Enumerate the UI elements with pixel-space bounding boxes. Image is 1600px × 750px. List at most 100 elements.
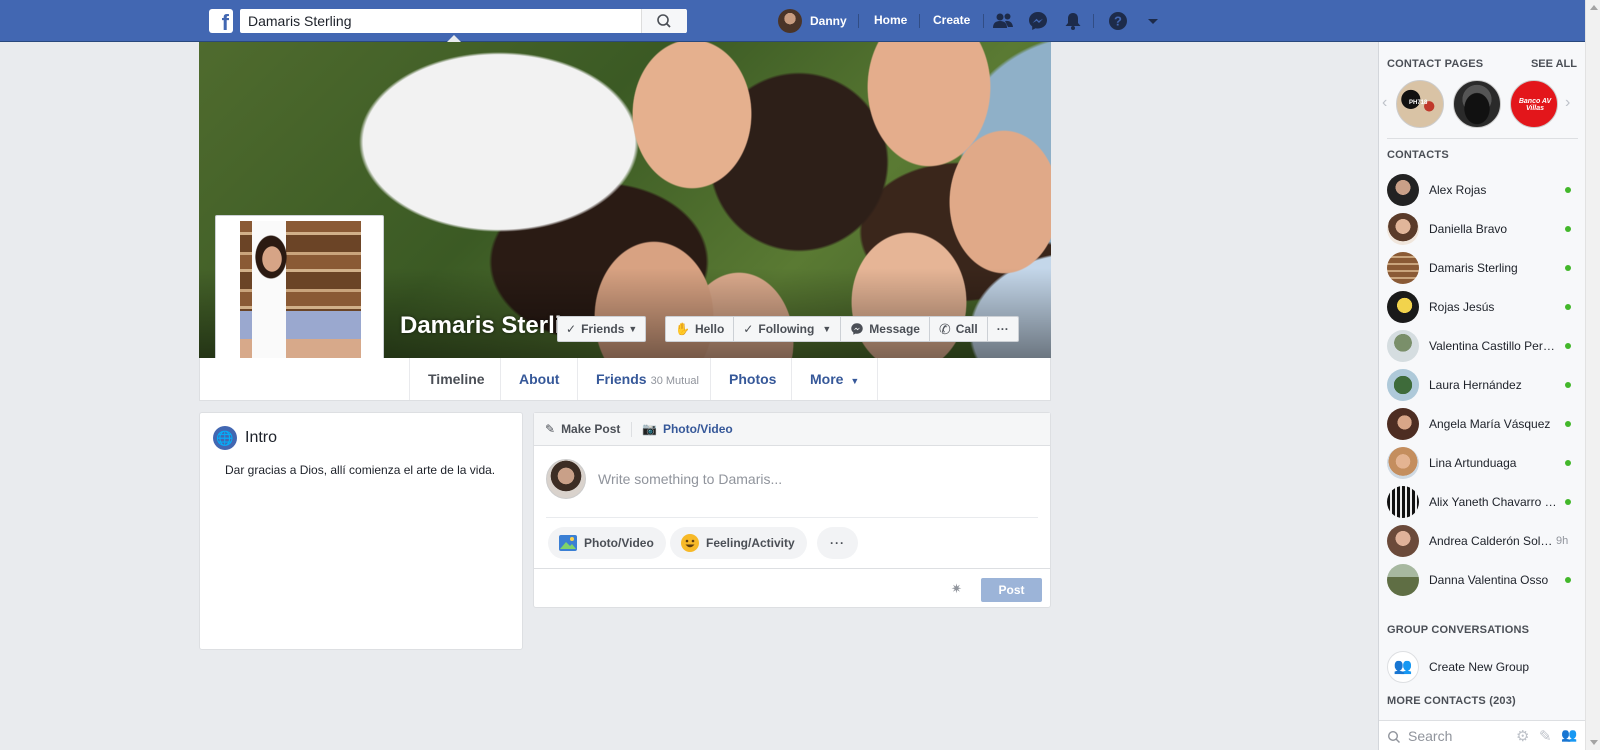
post-text-input[interactable]: Write something to Damaris... [598,471,782,487]
avatar [1387,252,1419,284]
wave-hand-icon: ✋ [675,322,690,336]
tab-more[interactable]: More ▼ [791,358,879,400]
tab-friends[interactable]: Friends 30 Mutual [577,358,717,400]
online-status-dot [1565,499,1571,505]
contact-row[interactable]: Lina Artunduaga [1379,443,1585,483]
avatar [546,459,586,499]
friend-requests-icon[interactable] [992,10,1014,32]
contact-row[interactable]: Andrea Calderón Solano 9h [1379,521,1585,561]
see-all-link[interactable]: SEE ALL [1531,58,1577,70]
contact-row[interactable]: Valentina Castillo Peralta [1379,326,1585,366]
check-icon: ✓ [743,322,754,336]
contact-row[interactable]: Laura Hernández [1379,365,1585,405]
chevron-down-icon: ▼ [850,376,860,386]
notifications-bell-icon[interactable] [1062,10,1084,32]
contact-row[interactable]: Daniella Bravo [1379,209,1585,249]
divider [546,517,1038,518]
search-icon [657,14,671,28]
create-link[interactable]: Create [933,13,970,27]
photo-icon [559,535,577,551]
online-status-dot [1565,577,1571,583]
settings-gear-icon[interactable]: ✷ [951,581,962,597]
scroll-up-arrow[interactable] [1590,5,1598,10]
help-icon[interactable]: ? [1107,10,1129,32]
gear-icon[interactable]: ⚙ [1516,727,1529,745]
group-icon[interactable]: 👥 [1561,727,1577,743]
phone-icon: ✆ [938,320,951,337]
chevron-down-icon[interactable] [1142,10,1164,32]
following-button[interactable]: ✓ Following ▼ [734,317,842,341]
online-status-dot [1565,343,1571,349]
feeling-activity-label: Feeling/Activity [706,536,795,550]
contact-page-avatar[interactable]: Banco AV Villas [1510,80,1558,128]
photo-video-button[interactable]: Photo/Video [548,527,666,559]
avatar [1387,369,1419,401]
make-post-tab[interactable]: ✎ Make Post [545,422,620,436]
scroll-down-arrow[interactable] [1590,740,1598,745]
chat-search[interactable]: Search ⚙ ✎ 👥 [1379,720,1585,750]
contact-row[interactable]: Alex Rojas [1379,170,1585,210]
chevron-right-icon[interactable]: › [1565,94,1570,112]
divider [983,14,984,28]
avatar [778,9,802,33]
search-button[interactable] [641,9,687,33]
intro-card: 🌐 Intro Dar gracias a Dios, allí comienz… [199,412,523,650]
chevron-left-icon[interactable]: ‹ [1382,94,1387,112]
tab-about[interactable]: About [500,358,577,400]
home-link[interactable]: Home [874,13,907,27]
contact-row[interactable]: Angela María Vásquez [1379,404,1585,444]
feeling-activity-button[interactable]: Feeling/Activity [670,527,807,559]
avatar [1387,408,1419,440]
divider [1387,138,1578,139]
make-post-label: Make Post [561,422,621,436]
more-contacts-heading: MORE CONTACTS (203) [1387,695,1516,707]
more-options-button[interactable]: ··· [988,317,1018,341]
tab-photos[interactable]: Photos [710,358,794,400]
avatar [1387,291,1419,323]
svg-text:?: ? [1114,14,1122,29]
contact-row[interactable]: Rojas Jesús [1379,287,1585,327]
pencil-icon: ✎ [545,422,556,436]
profile-tabs: Timeline About Friends 30 Mutual Photos M… [199,358,1051,401]
facebook-logo-icon[interactable]: f [209,9,233,33]
contact-name: Lina Artunduaga [1429,456,1517,470]
hello-button[interactable]: ✋ Hello [666,317,735,341]
contact-name: Angela María Vásquez [1429,417,1551,431]
contact-row[interactable]: Alix Yaneth Chavarro Cortés [1379,482,1585,522]
search-input[interactable]: Damaris Sterling [240,9,686,33]
active-tab-indicator [447,35,461,42]
contact-page-avatar[interactable] [1453,80,1501,128]
following-label: Following [758,322,815,336]
group-conversations-heading: GROUP CONVERSATIONS [1387,624,1530,636]
contact-name: Alex Rojas [1429,183,1487,197]
online-status-dot [1565,226,1571,232]
post-button[interactable]: Post [981,578,1042,602]
avatar [1387,525,1419,557]
contact-row[interactable]: Damaris Sterling [1379,248,1585,288]
create-new-group-button[interactable]: 👥 Create New Group [1379,647,1585,687]
message-button[interactable]: Message [841,317,930,341]
online-status-dot [1565,187,1571,193]
contact-page-avatar[interactable]: PH718 [1396,80,1444,128]
divider [1093,14,1094,28]
contact-name: Alix Yaneth Chavarro Cortés [1429,495,1559,509]
chat-search-input[interactable]: Search [1408,728,1452,744]
page-badge-1: PH718 [1409,100,1428,106]
profile-link[interactable]: Danny [778,9,847,33]
call-button[interactable]: ✆ Call [930,317,988,341]
photo-video-tab[interactable]: 📷 Photo/Video [642,422,733,436]
more-options-label: ··· [996,322,1009,336]
page-scrollbar[interactable] [1585,0,1600,750]
composer-header: ✎ Make Post 📷 Photo/Video [534,413,1050,446]
profile-photo [240,221,361,380]
more-composer-options-button[interactable]: ··· [817,527,858,559]
compose-icon[interactable]: ✎ [1539,727,1552,745]
chevron-down-icon: ▼ [822,324,832,334]
tab-timeline[interactable]: Timeline [409,358,503,400]
call-label: Call [955,322,978,336]
messenger-icon[interactable] [1027,10,1049,32]
friends-button[interactable]: ✓ Friends ▼ [557,316,647,342]
tab-more-label: More [810,371,844,387]
divider [858,14,859,28]
contact-row[interactable]: Danna Valentina Osso [1379,560,1585,600]
